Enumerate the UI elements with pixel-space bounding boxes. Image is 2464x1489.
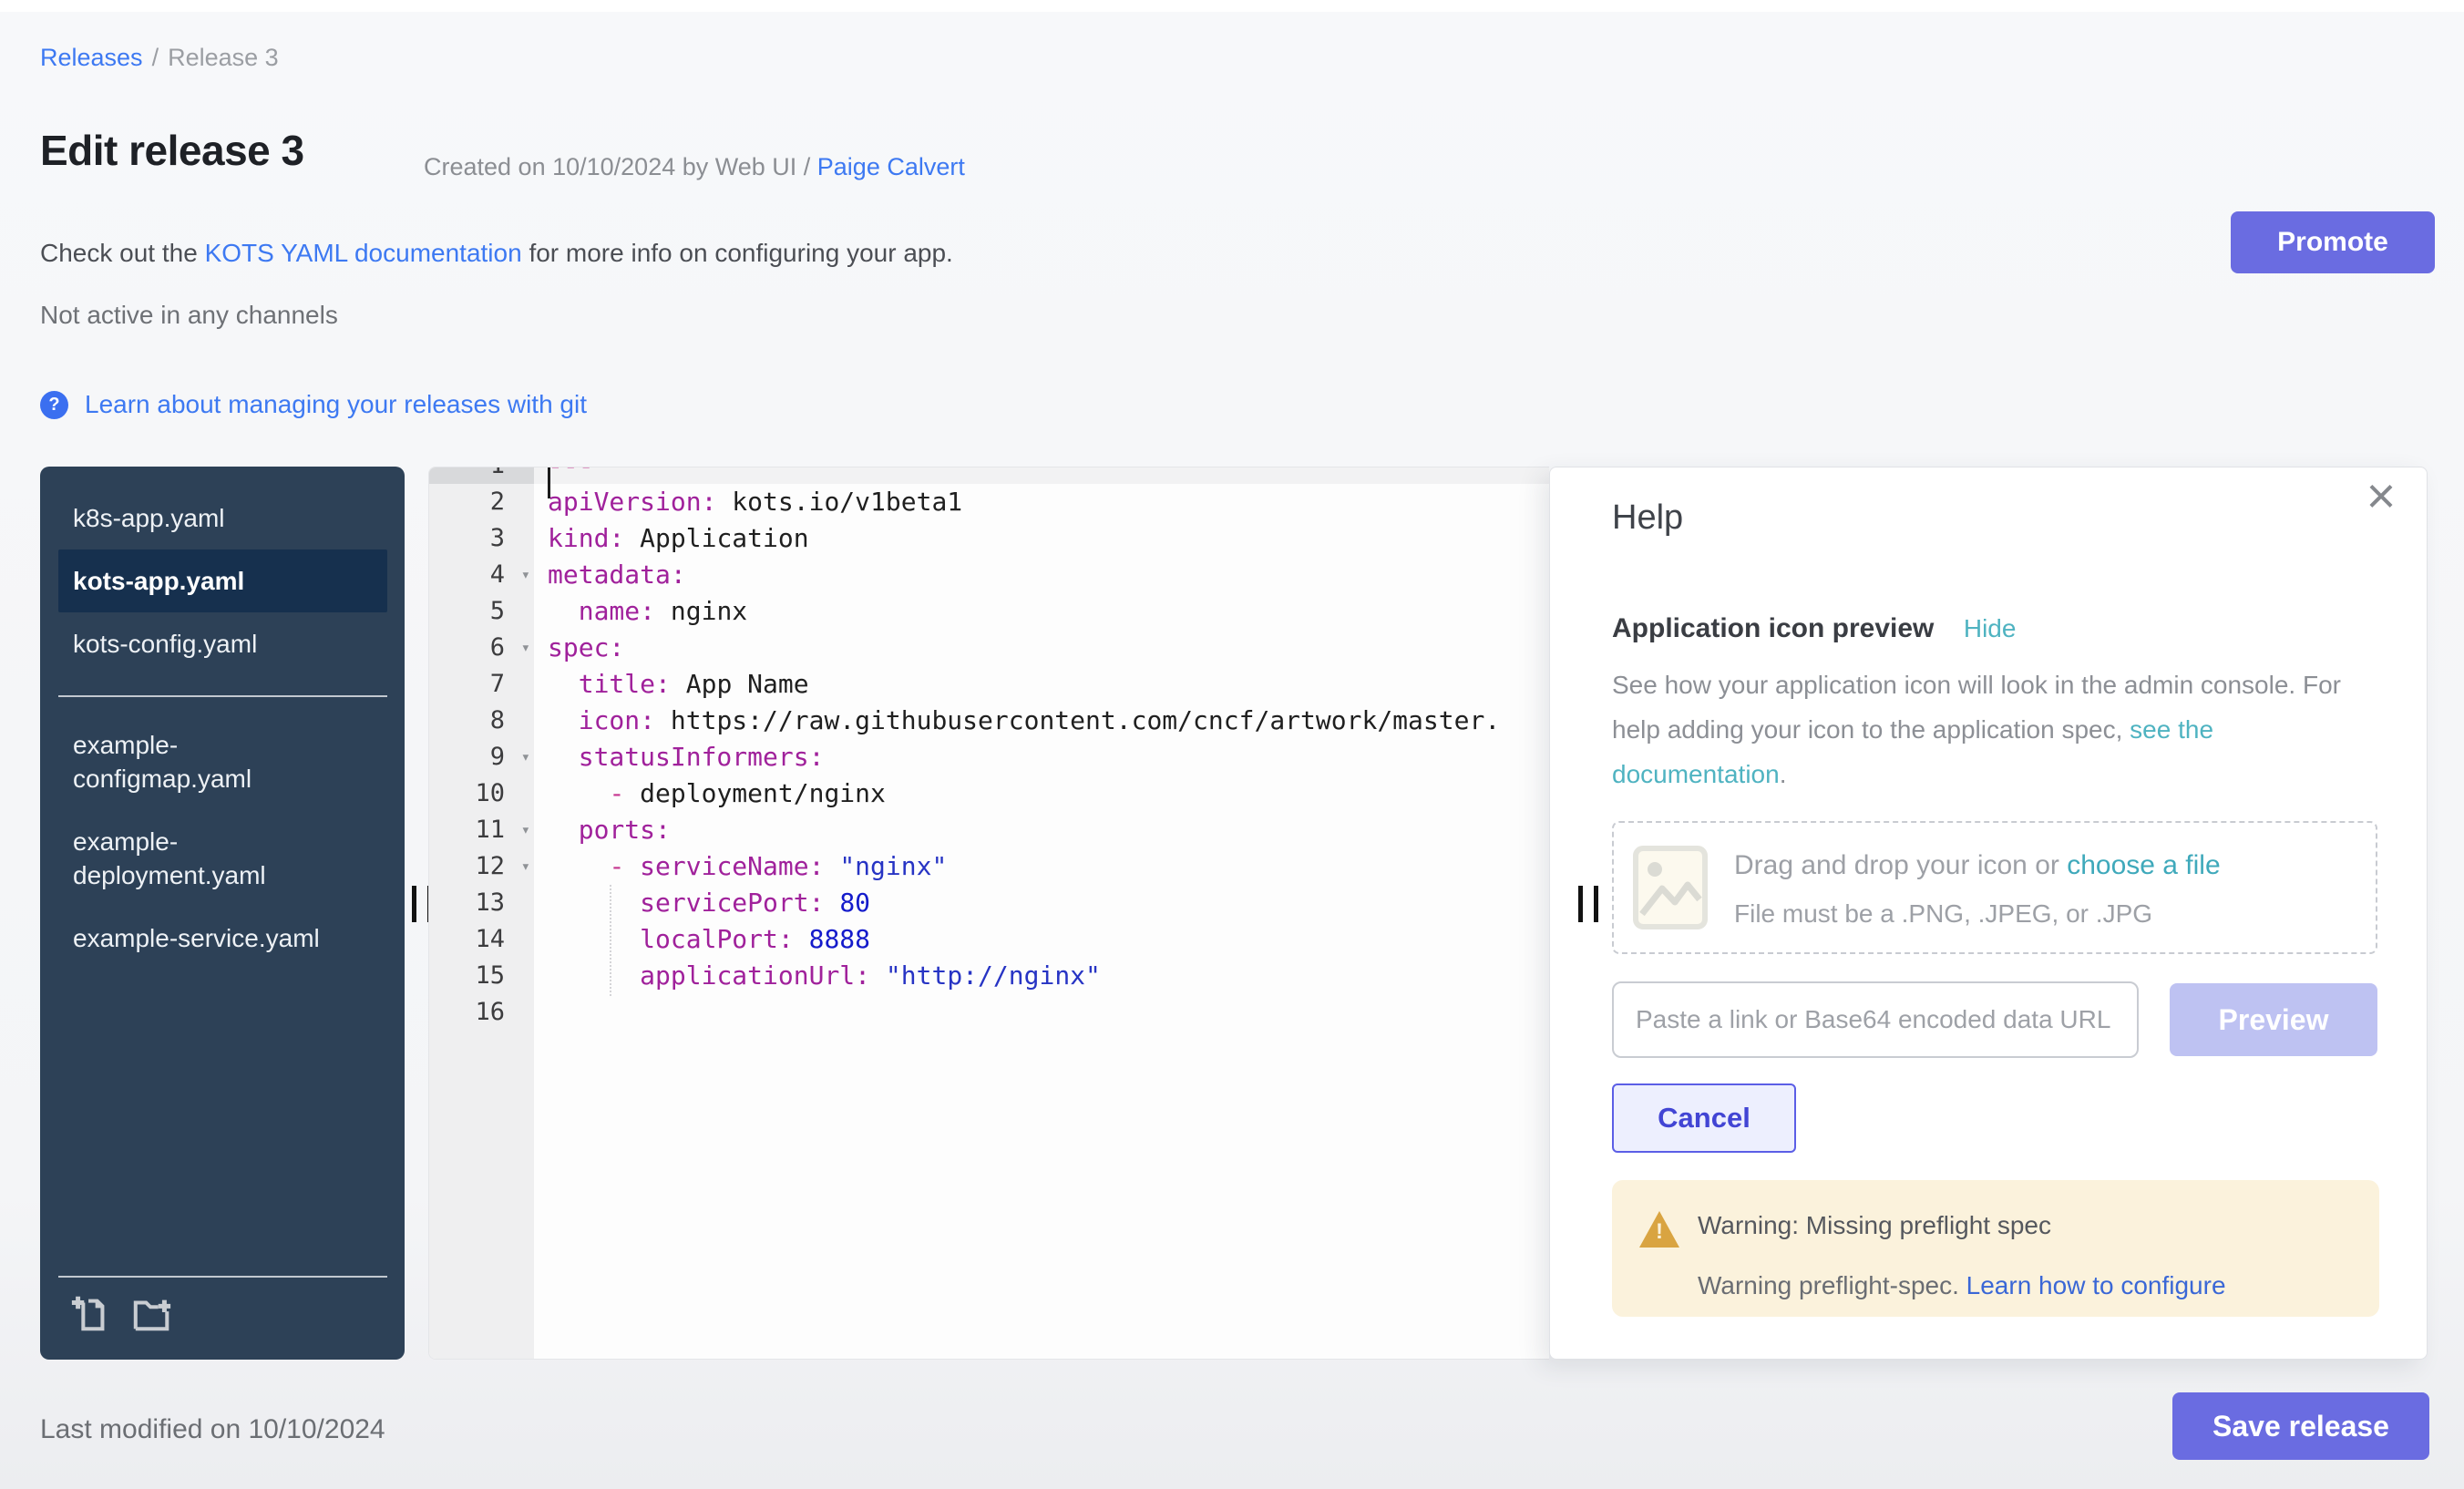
code-line[interactable]: applicationUrl: "http://nginx" <box>534 958 1549 994</box>
kots-yaml-doc-link[interactable]: KOTS YAML documentation <box>205 239 522 267</box>
preflight-warning-box: ! Warning: Missing preflight spec Warnin… <box>1612 1180 2379 1317</box>
code-line[interactable]: - serviceName: "nginx" <box>534 848 1549 885</box>
icon-preview-title: Application icon preview <box>1612 613 1934 643</box>
line-number: 3 <box>429 520 534 557</box>
line-number: 4▾ <box>429 557 534 593</box>
code-line[interactable] <box>534 994 1549 1031</box>
code-line[interactable]: name: nginx <box>534 593 1549 630</box>
description-text: See how your application icon will look … <box>1612 671 2341 744</box>
fold-arrow-icon[interactable]: ▾ <box>521 812 530 848</box>
panel-resize-handle-right[interactable] <box>1578 886 1598 922</box>
breadcrumb-current: Release 3 <box>168 44 279 71</box>
code-line[interactable]: --- <box>534 467 1549 484</box>
code-line[interactable]: icon: https://raw.githubusercontent.com/… <box>534 703 1549 739</box>
code-line[interactable]: statusInformers: <box>534 739 1549 775</box>
doc-line: Check out the KOTS YAML documentation fo… <box>40 239 953 268</box>
file-tree-item[interactable]: kots-config.yaml <box>58 612 361 675</box>
file-tree-item[interactable]: k8s-app.yaml <box>58 487 361 549</box>
line-number: 2 <box>429 484 534 520</box>
file-tree-sidebar: k8s-app.yamlkots-app.yamlkots-config.yam… <box>40 467 405 1360</box>
warning-detail: Warning preflight-spec. Learn how to con… <box>1698 1271 2226 1300</box>
line-number: 7 <box>429 666 534 703</box>
line-number: 12▾ <box>429 848 534 885</box>
file-tree-item[interactable]: example-service.yaml <box>58 907 361 970</box>
icon-preview-section-header: Application icon preview Hide <box>1612 613 2016 644</box>
file-tree-footer <box>58 1276 387 1343</box>
yaml-editor[interactable]: 1234▾56▾789▾1011▾12▾13141516 ---apiVersi… <box>428 467 1549 1360</box>
channel-status: Not active in any channels <box>40 301 338 330</box>
line-number: 8 <box>429 703 534 739</box>
file-tree-divider <box>58 695 387 697</box>
fold-arrow-icon[interactable]: ▾ <box>521 739 530 775</box>
created-prefix: Created on 10/10/2024 by Web UI / <box>424 153 817 180</box>
code-line[interactable]: ports: <box>534 812 1549 848</box>
cancel-button[interactable]: Cancel <box>1612 1083 1796 1153</box>
fold-arrow-icon[interactable]: ▾ <box>521 630 530 666</box>
code-line[interactable]: kind: Application <box>534 520 1549 557</box>
hide-link[interactable]: Hide <box>1964 614 2017 642</box>
editor-cursor <box>548 467 550 498</box>
icon-preview-description: See how your application icon will look … <box>1612 662 2372 796</box>
page-title: Edit release 3 <box>40 126 304 175</box>
warning-triangle-icon: ! <box>1639 1211 1679 1248</box>
edit-release-page: Releases / Release 3 Edit release 3 Create… <box>0 0 2464 1489</box>
fold-arrow-icon[interactable]: ▾ <box>521 557 530 593</box>
preview-button[interactable]: Preview <box>2170 983 2377 1056</box>
line-number: 14 <box>429 921 534 958</box>
created-info: Created on 10/10/2024 by Web UI / Paige … <box>424 153 965 181</box>
created-by-link[interactable]: Paige Calvert <box>817 153 965 180</box>
add-folder-icon[interactable] <box>131 1292 173 1334</box>
line-number: 16 <box>429 994 534 1031</box>
top-strip <box>0 0 2464 12</box>
file-tree-item[interactable]: kots-app.yaml <box>58 549 387 612</box>
file-tree-item[interactable]: example-configmap.yaml <box>58 714 361 810</box>
add-file-icon[interactable] <box>69 1292 111 1334</box>
breadcrumb-releases-link[interactable]: Releases <box>40 44 143 71</box>
indent-guide <box>610 885 611 996</box>
git-docs-link[interactable]: Learn about managing your releases with … <box>85 390 587 419</box>
help-panel: × Help Application icon preview Hide See… <box>1549 467 2428 1360</box>
line-number: 13 <box>429 885 534 921</box>
line-number: 5 <box>429 593 534 630</box>
learn-how-to-configure-link[interactable]: Learn how to configure <box>1966 1271 2226 1299</box>
code-line[interactable]: - deployment/nginx <box>534 775 1549 812</box>
line-number: 10 <box>429 775 534 812</box>
choose-a-file-link[interactable]: choose a file <box>2067 850 2220 880</box>
line-number: 1 <box>429 467 534 484</box>
line-number: 9▾ <box>429 739 534 775</box>
code-line[interactable]: metadata: <box>534 557 1549 593</box>
save-release-button[interactable]: Save release <box>2172 1392 2429 1460</box>
editor-code-area[interactable]: ---apiVersion: kots.io/v1beta1kind: Appl… <box>534 467 1549 1031</box>
question-circle-icon[interactable]: ? <box>40 391 68 419</box>
line-number: 15 <box>429 958 534 994</box>
file-tree-item[interactable]: example-deployment.yaml <box>58 810 361 907</box>
icon-url-input[interactable] <box>1612 981 2139 1058</box>
line-number: 6▾ <box>429 630 534 666</box>
doc-prefix: Check out the <box>40 239 205 267</box>
code-line[interactable]: spec: <box>534 630 1549 666</box>
help-panel-title: Help <box>1612 498 1683 538</box>
breadcrumb: Releases / Release 3 <box>40 44 279 72</box>
code-line[interactable]: title: App Name <box>534 666 1549 703</box>
doc-suffix: for more info on configuring your app. <box>522 239 953 267</box>
code-line[interactable]: servicePort: 80 <box>534 885 1549 921</box>
icon-dropzone[interactable]: Drag and drop your icon or choose a file… <box>1612 821 2377 954</box>
warning-title: Warning: Missing preflight spec <box>1698 1211 2051 1240</box>
dropzone-line2: File must be a .PNG, .JPEG, or .JPG <box>1734 899 2152 929</box>
code-line[interactable]: localPort: 8888 <box>534 921 1549 958</box>
fold-arrow-icon[interactable]: ▾ <box>521 848 530 885</box>
breadcrumb-separator: / <box>152 44 159 71</box>
close-icon[interactable]: × <box>2359 469 2403 520</box>
code-line[interactable]: apiVersion: kots.io/v1beta1 <box>534 484 1549 520</box>
editor-gutter: 1234▾56▾789▾1011▾12▾13141516 <box>429 467 534 1031</box>
last-modified-text: Last modified on 10/10/2024 <box>40 1414 385 1445</box>
file-list: k8s-app.yamlkots-app.yamlkots-config.yam… <box>58 487 387 970</box>
line-number: 11▾ <box>429 812 534 848</box>
promote-button[interactable]: Promote <box>2231 211 2435 273</box>
dropzone-line1: Drag and drop your icon or choose a file <box>1734 850 2221 881</box>
image-placeholder-icon <box>1632 845 1709 930</box>
git-help-line: ? Learn about managing your releases wit… <box>40 390 587 419</box>
